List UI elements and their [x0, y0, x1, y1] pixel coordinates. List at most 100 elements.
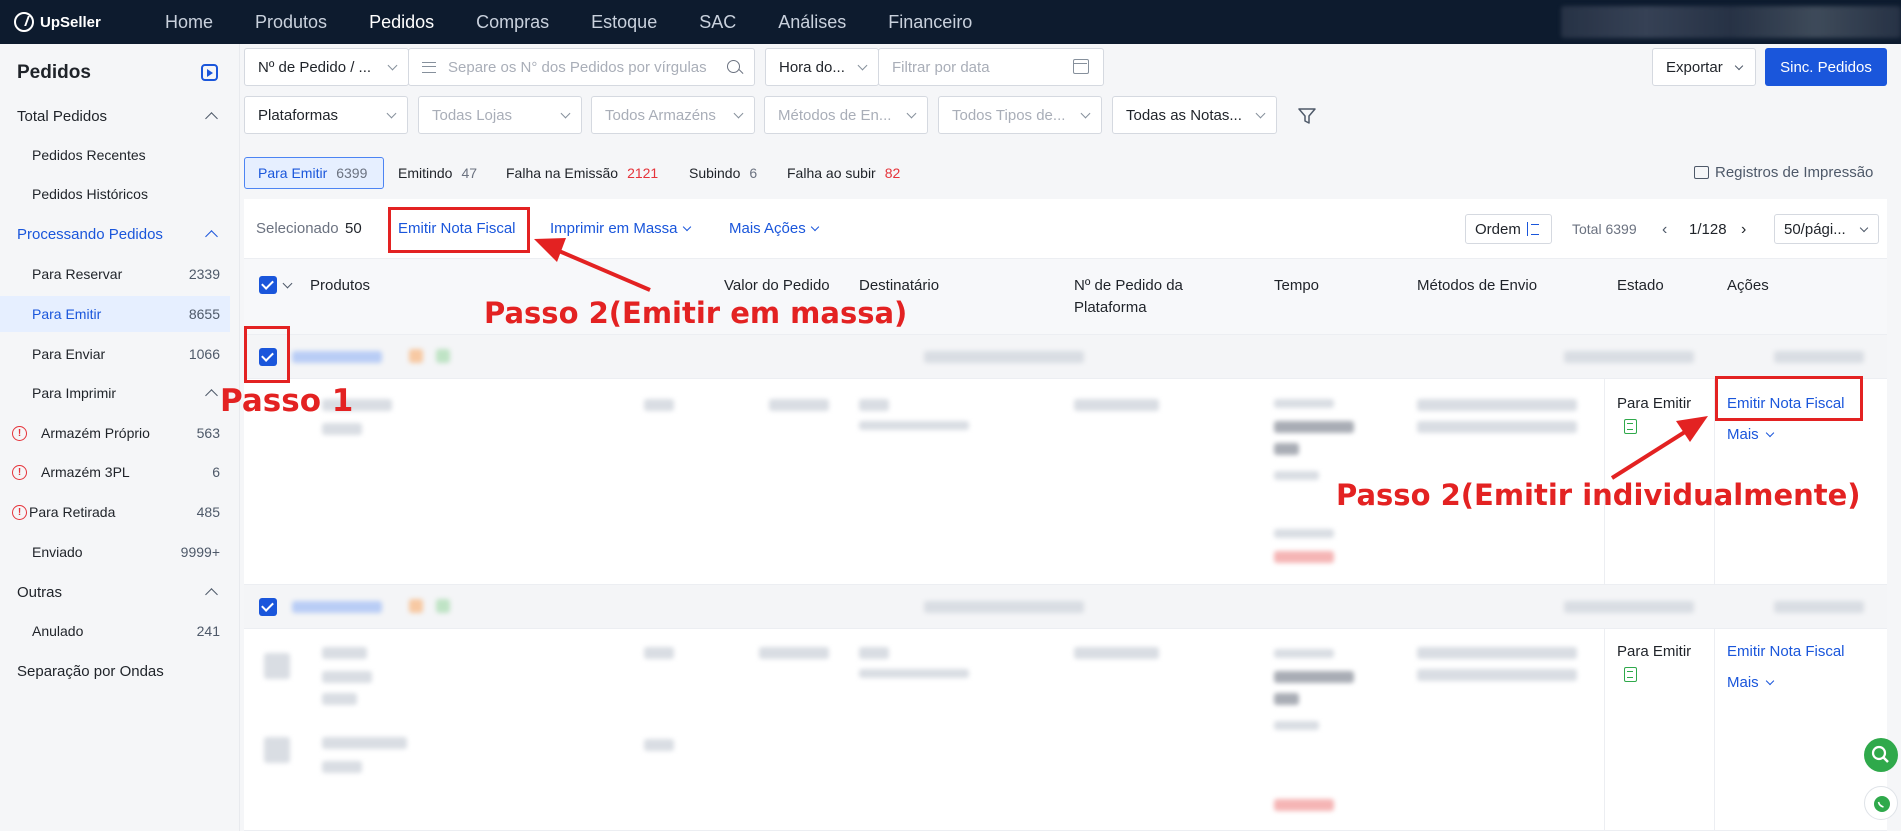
tab-count: 6399: [336, 165, 368, 181]
alert-icon: !: [12, 464, 27, 480]
sidebar-item-historicos[interactable]: Pedidos Históricos: [0, 176, 230, 212]
annotation-box-single-emit: [1715, 376, 1863, 421]
tab-label: Falha ao subir: [787, 165, 876, 181]
tab-count: 6: [749, 165, 758, 181]
selected-label: Selecionado: [256, 220, 339, 237]
sidebar-item-anulado[interactable]: Anulado 241: [0, 613, 230, 649]
next-page-icon[interactable]: ›: [1741, 221, 1746, 239]
chevron-down-icon: [1765, 676, 1774, 685]
store-placeholder: Todas Lojas: [432, 106, 513, 124]
nav-produtos[interactable]: Produtos: [234, 0, 348, 44]
col-acoes: Ações: [1727, 277, 1769, 294]
sidebar-item-enviado[interactable]: Enviado 9999+: [0, 534, 230, 570]
nav-sac[interactable]: SAC: [678, 0, 757, 44]
date-filter-input[interactable]: Filtrar por data: [878, 48, 1104, 86]
sidebar-item-para-reservar[interactable]: Para Reservar 2339: [0, 256, 230, 292]
tab-falha-emissao[interactable]: Falha na Emissão 2121: [493, 157, 671, 189]
sidebar-item-label: Pedidos Recentes: [32, 147, 146, 163]
sort-button[interactable]: Ordem: [1465, 214, 1552, 244]
platform-select[interactable]: Plataformas: [244, 96, 408, 134]
alert-icon: !: [12, 504, 27, 520]
collapse-sidebar-icon[interactable]: [201, 64, 218, 81]
list-icon: [422, 61, 436, 73]
user-toolbar-blurred[interactable]: [1561, 6, 1901, 38]
blurred-qty: [644, 399, 674, 411]
more-button[interactable]: Mais: [1727, 674, 1774, 691]
emit-invoice-button[interactable]: Emitir Nota Fiscal: [1727, 643, 1845, 660]
sidebar-item-para-retirada[interactable]: ! Para Retirada 485: [0, 494, 230, 530]
chevron-down-icon[interactable]: [282, 278, 293, 289]
type-select[interactable]: Todos Tipos de...: [938, 96, 1102, 134]
more-button[interactable]: Mais: [1727, 426, 1774, 443]
shipping-method-select[interactable]: Métodos de En...: [764, 96, 928, 134]
blurred-date: [1564, 351, 1694, 363]
nav-financeiro[interactable]: Financeiro: [867, 0, 993, 44]
order-checkbox[interactable]: [259, 598, 277, 616]
blurred-qty: [644, 647, 674, 659]
blurred-order-id[interactable]: [292, 601, 382, 613]
search-icon[interactable]: [727, 60, 740, 73]
sidebar-item-label: Armazém 3PL: [41, 464, 130, 480]
sidebar-group-total[interactable]: Total Pedidos: [0, 98, 230, 134]
tab-emitindo[interactable]: Emitindo 47: [385, 157, 490, 189]
whatsapp-float-button[interactable]: [1864, 786, 1898, 820]
order-search-input[interactable]: Separe os N° dos Pedidos por vírgulas: [408, 48, 755, 86]
sidebar-item-label: Armazém Próprio: [41, 425, 150, 441]
chevron-up-icon: [205, 112, 218, 125]
total-count: Total 6399: [1572, 221, 1637, 237]
sidebar-item-para-imprimir[interactable]: Para Imprimir: [0, 375, 230, 411]
platform-value: Plataformas: [258, 106, 339, 124]
bulk-print-button[interactable]: Imprimir em Massa: [550, 220, 691, 237]
sidebar-group-processando[interactable]: Processando Pedidos: [0, 216, 230, 252]
search-float-button[interactable]: [1864, 738, 1898, 772]
nav-pedidos[interactable]: Pedidos: [348, 0, 455, 44]
blurred-product: [322, 737, 407, 749]
export-button[interactable]: Exportar: [1652, 48, 1756, 86]
select-all-checkbox[interactable]: [259, 276, 277, 294]
warehouse-select[interactable]: Todos Armazéns: [591, 96, 755, 134]
order-field-select[interactable]: Nº de Pedido / ...: [244, 48, 409, 86]
blurred-product: [322, 693, 357, 705]
invoice-icon: [1624, 667, 1637, 682]
tab-falha-subir[interactable]: Falha ao subir 82: [774, 157, 913, 189]
nav-estoque[interactable]: Estoque: [570, 0, 678, 44]
invoice-icon: [1624, 419, 1637, 434]
blurred-time: [1274, 671, 1354, 683]
calendar-icon: [1073, 59, 1089, 74]
sidebar-group-ondas[interactable]: Separação por Ondas: [0, 653, 230, 689]
sync-orders-button[interactable]: Sinc. Pedidos: [1765, 48, 1887, 86]
per-page-select[interactable]: 50/pági...: [1774, 214, 1879, 244]
annotation-passo-2-massa: Passo 2(Emitir em massa): [484, 296, 908, 330]
blurred-order-id[interactable]: [292, 351, 382, 363]
order-search-placeholder: Separe os N° dos Pedidos por vírgulas: [448, 58, 707, 76]
order-field-value: Nº de Pedido / ...: [258, 58, 372, 76]
invoice-select[interactable]: Todas as Notas...: [1112, 96, 1277, 134]
blurred-shipping: [1417, 421, 1577, 433]
sidebar-item-armazem-proprio[interactable]: ! Armazém Próprio 563: [0, 415, 230, 451]
chevron-down-icon: [1765, 428, 1774, 437]
nav-analises[interactable]: Análises: [757, 0, 867, 44]
sidebar-item-para-enviar[interactable]: Para Enviar 1066: [0, 336, 230, 372]
prev-page-icon[interactable]: ‹: [1662, 221, 1667, 239]
per-page-value: 50/pági...: [1784, 220, 1846, 238]
sidebar-group-outras[interactable]: Outras: [0, 574, 230, 610]
selected-count: 50: [345, 220, 362, 237]
tab-subindo[interactable]: Subindo 6: [676, 157, 770, 189]
sidebar-item-para-emitir[interactable]: Para Emitir 8655: [0, 296, 230, 332]
time-field-select[interactable]: Hora do...: [765, 48, 879, 86]
invoice-value: Todas as Notas...: [1126, 106, 1242, 124]
page-indicator: 1/128: [1689, 221, 1727, 238]
sidebar-item-count: 241: [196, 623, 220, 639]
nav-compras[interactable]: Compras: [455, 0, 570, 44]
nav-home[interactable]: Home: [144, 0, 234, 44]
filter-funnel-icon[interactable]: [1298, 107, 1316, 125]
store-select[interactable]: Todas Lojas: [418, 96, 582, 134]
sidebar-item-recentes[interactable]: Pedidos Recentes: [0, 137, 230, 173]
print-log-link[interactable]: Registros de Impressão: [1694, 164, 1873, 181]
sidebar-item-armazem-3pl[interactable]: ! Armazém 3PL 6: [0, 454, 230, 490]
tab-para-emitir[interactable]: Para Emitir 6399: [244, 157, 384, 189]
sidebar-item-count: 563: [196, 425, 220, 441]
more-actions-button[interactable]: Mais Ações: [729, 220, 819, 237]
blurred-time: [1274, 721, 1319, 730]
upseller-logo[interactable]: UpSeller: [0, 12, 130, 32]
